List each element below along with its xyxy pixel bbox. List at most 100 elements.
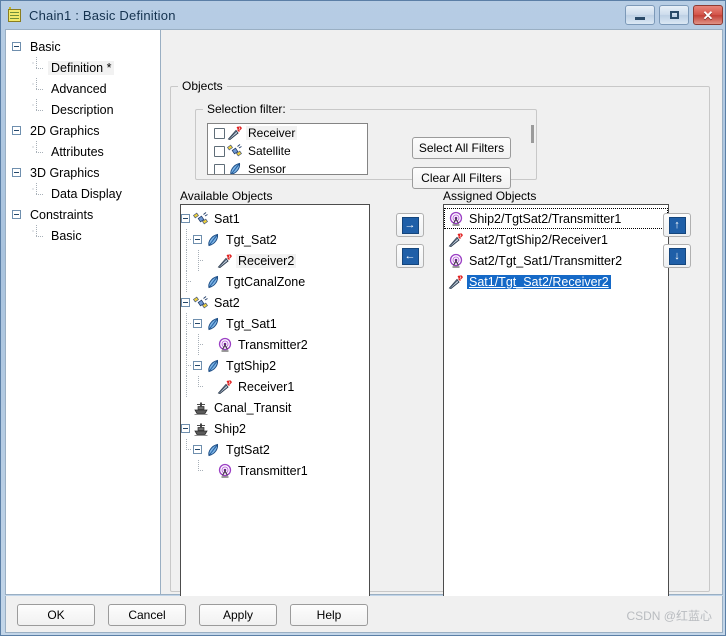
objects-group: Objects Selection filter: Receiver Satell… — [170, 79, 710, 604]
collapse-toggle-icon[interactable] — [181, 424, 190, 433]
objects-group-label: Objects — [178, 79, 227, 93]
tree-item[interactable]: Sat1 — [181, 208, 369, 229]
tree-guide — [193, 460, 205, 481]
clipboard-icon — [7, 7, 23, 23]
tree-guide — [193, 376, 205, 397]
tree-item-label: Transmitter1 — [238, 463, 308, 478]
filter-item-label: Satellite — [248, 144, 291, 158]
nav-item-attributes[interactable]: Attributes — [12, 140, 160, 162]
selection-filter-group: Selection filter: Receiver Satellite Senso… — [195, 102, 537, 189]
arrow-down-icon: ↓ — [668, 247, 686, 265]
tree-item[interactable]: Receiver2 — [181, 250, 369, 271]
selection-filter-label: Selection filter: — [203, 102, 290, 116]
tree-item[interactable]: Sat2 — [181, 292, 369, 313]
clear-all-filters-button[interactable]: Clear All Filters — [412, 167, 511, 189]
apply-button[interactable]: Apply — [199, 604, 277, 626]
collapse-toggle-icon[interactable] — [193, 445, 202, 454]
receiver-icon — [448, 274, 464, 290]
move-down-button[interactable]: ↓ — [663, 244, 691, 268]
tree-item[interactable]: Canal_Transit — [181, 397, 369, 418]
tree-guide — [181, 313, 193, 334]
tree-guide — [181, 229, 193, 250]
collapse-toggle-icon[interactable] — [12, 126, 21, 135]
collapse-toggle-icon[interactable] — [193, 361, 202, 370]
tree-item[interactable]: Receiver1 — [181, 376, 369, 397]
assigned-list-item-label: Sat2/TgtShip2/Receiver1 — [469, 232, 608, 247]
assigned-list-item[interactable]: Sat2/TgtShip2/Receiver1 — [444, 229, 668, 250]
nav-item-advanced[interactable]: Advanced — [12, 77, 160, 99]
move-up-button[interactable]: ↑ — [663, 213, 691, 237]
nav-item-label: 3D Graphics — [30, 165, 100, 180]
help-button[interactable]: Help — [290, 604, 368, 626]
collapse-toggle-icon[interactable] — [12, 168, 21, 177]
tree-item[interactable]: TgtSat2 — [181, 439, 369, 460]
tree-item[interactable]: TgtCanalZone — [181, 271, 369, 292]
nav-item-description[interactable]: Description — [12, 98, 160, 120]
tree-guide — [193, 334, 205, 355]
tree-item-label: TgtCanalZone — [226, 274, 306, 289]
minimize-button[interactable] — [625, 5, 655, 25]
collapse-toggle-icon[interactable] — [181, 298, 190, 307]
tree-item[interactable]: TgtShip2 — [181, 355, 369, 376]
tree-item-label: Tgt_Sat1 — [226, 316, 277, 331]
filter-item[interactable]: Sensor — [208, 160, 367, 175]
tree-guide — [32, 98, 45, 116]
filter-item[interactable]: Satellite — [208, 142, 367, 160]
transmitter-icon — [448, 211, 464, 227]
selection-filter-scrollbar[interactable] — [531, 125, 534, 143]
assigned-list-item-label: Ship2/TgtSat2/Transmitter1 — [469, 211, 622, 226]
available-objects-tree[interactable]: Sat1 Tgt_Sat2 Receiver2 TgtCanalZone Sat2 Tgt… — [180, 204, 370, 604]
watermark: CSDN @红蓝心 — [626, 609, 712, 623]
transmitter-icon — [448, 253, 464, 269]
maximize-icon — [669, 11, 679, 19]
assigned-list-item[interactable]: Sat2/Tgt_Sat1/Transmitter2 — [444, 250, 668, 271]
tree-guide — [181, 376, 193, 397]
filter-item[interactable]: Receiver — [208, 124, 367, 142]
collapse-toggle-icon[interactable] — [193, 235, 202, 244]
nav-item-3d-graphics[interactable]: 3D Graphics — [12, 162, 160, 183]
close-button[interactable]: ✕ — [693, 5, 723, 25]
assigned-list-item[interactable]: Ship2/TgtSat2/Transmitter1 — [444, 208, 668, 229]
nav-item-basic[interactable]: Basic — [12, 36, 160, 57]
collapse-toggle-icon[interactable] — [181, 214, 190, 223]
nav-item-definition[interactable]: Definition * — [12, 56, 160, 78]
receiver-icon — [217, 253, 233, 269]
navigation-tree[interactable]: Basic Definition * Advanced Description 2D G… — [6, 30, 161, 594]
nav-item-label: Data Display — [51, 186, 122, 201]
nav-item-label: Basic — [51, 228, 82, 243]
window-controls: ✕ — [625, 5, 723, 25]
assigned-list-item-label: Sat1/Tgt_Sat2/Receiver2 — [467, 274, 611, 289]
nav-item-basic[interactable]: Basic — [12, 224, 160, 246]
assigned-list-item[interactable]: Sat1/Tgt_Sat2/Receiver2 — [444, 271, 668, 292]
satellite-icon — [193, 211, 209, 227]
tree-item[interactable]: Tgt_Sat2 — [181, 229, 369, 250]
nav-item-2d-graphics[interactable]: 2D Graphics — [12, 120, 160, 141]
maximize-button[interactable] — [659, 5, 689, 25]
remove-from-assigned-button[interactable]: ← — [396, 244, 424, 268]
collapse-toggle-icon[interactable] — [12, 42, 21, 51]
filter-item-label: Sensor — [248, 162, 287, 175]
tree-item[interactable]: Ship2 — [181, 418, 369, 439]
collapse-toggle-icon[interactable] — [193, 319, 202, 328]
ok-button[interactable]: OK — [17, 604, 95, 626]
cancel-button[interactable]: Cancel — [108, 604, 186, 626]
tree-guide — [32, 224, 45, 242]
minimize-icon — [635, 16, 645, 20]
tree-guide — [181, 460, 193, 481]
tree-item[interactable]: Tgt_Sat1 — [181, 313, 369, 334]
select-all-filters-button[interactable]: Select All Filters — [412, 137, 511, 159]
tree-item[interactable]: Transmitter2 — [181, 334, 369, 355]
nav-item-constraints[interactable]: Constraints — [12, 204, 160, 225]
assigned-objects-list[interactable]: Ship2/TgtSat2/Transmitter1 Sat2/TgtShip2/… — [443, 204, 669, 604]
collapse-toggle-icon[interactable] — [12, 210, 21, 219]
tree-item[interactable]: Transmitter1 — [181, 460, 369, 481]
filter-checkbox[interactable] — [214, 163, 225, 174]
filter-checkbox[interactable] — [214, 127, 225, 139]
filter-checkbox[interactable] — [214, 145, 225, 157]
nav-item-label: Advanced — [51, 81, 107, 96]
selection-filter-list[interactable]: Receiver Satellite Sensor — [207, 123, 368, 175]
tree-item-label: TgtSat2 — [226, 442, 270, 457]
nav-item-data-display[interactable]: Data Display — [12, 182, 160, 204]
window-title: Chain1 : Basic Definition — [29, 7, 176, 23]
add-to-assigned-button[interactable]: → — [396, 213, 424, 237]
